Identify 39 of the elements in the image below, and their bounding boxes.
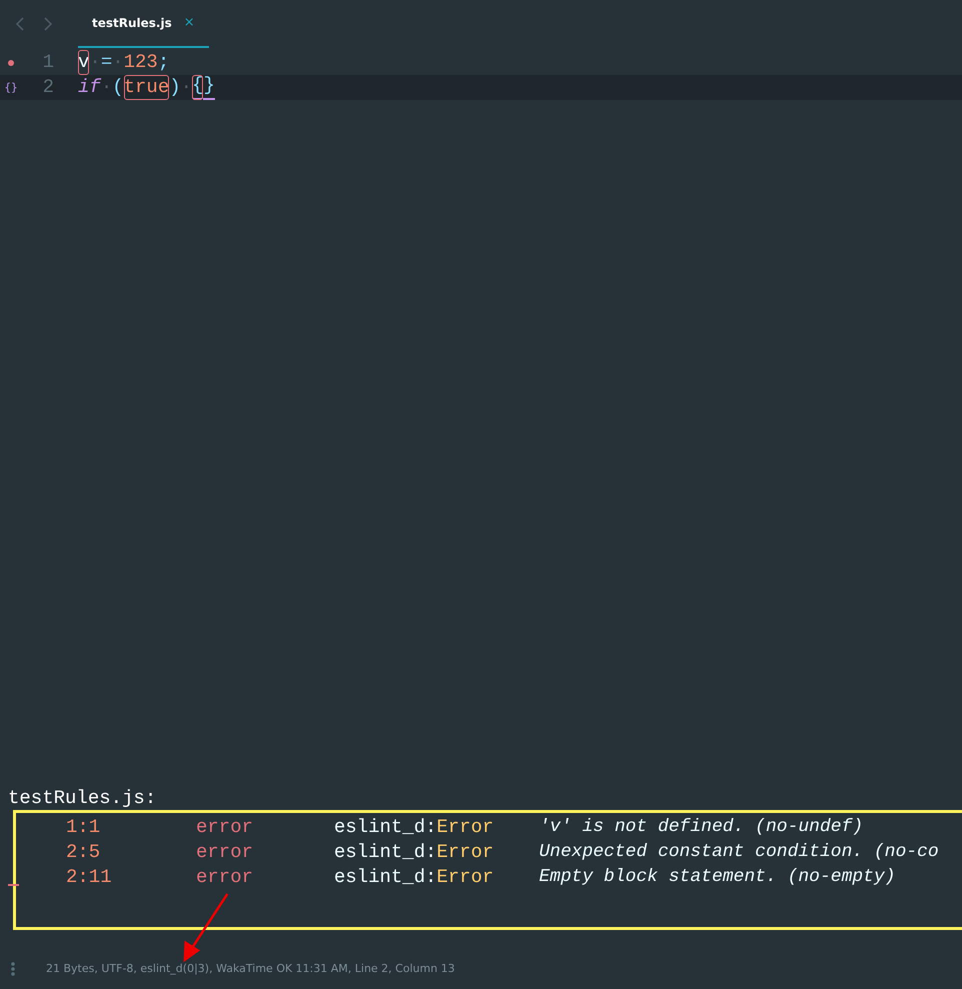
problem-type: Error — [436, 865, 494, 890]
problem-source: eslint_d: — [334, 815, 437, 840]
more-icon[interactable] — [10, 961, 16, 977]
code-token: true — [124, 75, 170, 100]
line-number: 1 — [42, 50, 54, 75]
fold-icon[interactable]: {} — [4, 75, 18, 100]
whitespace-dot: · — [112, 50, 124, 75]
whitespace-dot: · — [180, 75, 192, 100]
code-token: v — [78, 50, 90, 75]
problem-severity: error — [196, 815, 254, 840]
problem-severity: error — [196, 865, 254, 890]
code-token: ( — [112, 75, 124, 100]
status-text: 21 Bytes, UTF-8, eslint_d(0|3), WakaTime OK 11:31 AM, Line 2, Column 13 — [46, 960, 455, 977]
code-token: ; — [158, 50, 170, 75]
problem-source: eslint_d: — [334, 865, 437, 890]
close-icon[interactable]: × — [184, 13, 195, 33]
problem-location[interactable]: 2:5 — [16, 840, 196, 865]
panel-title: testRules.js: — [7, 786, 158, 810]
problem-source: eslint_d: — [334, 840, 437, 865]
code-token: if — [78, 75, 101, 100]
problem-message: 'v' is not defined. (no-undef) — [539, 816, 864, 839]
whitespace-dot: · — [100, 75, 112, 100]
code-token: { — [192, 75, 204, 100]
problem-location[interactable]: 2:11 — [16, 865, 196, 890]
code-token: ) — [169, 75, 181, 100]
problem-type: Error — [436, 815, 494, 840]
code-token: = — [100, 50, 112, 75]
problem-location[interactable]: 1:1 — [16, 815, 196, 840]
tab[interactable]: testRules.js × — [78, 0, 209, 48]
error-marker — [8, 884, 19, 886]
problem-message: Empty block statement. (no-empty) — [539, 866, 896, 889]
whitespace-dot: · — [89, 50, 101, 75]
code-token: } — [203, 75, 215, 100]
code-token: 123 — [124, 50, 158, 75]
problem-type: Error — [436, 840, 494, 865]
problem-severity: error — [196, 840, 254, 865]
line-number: 2 — [42, 75, 54, 100]
problem-message: Unexpected constant condition. (no-co — [539, 841, 939, 864]
breakpoint-dot[interactable] — [8, 60, 14, 66]
